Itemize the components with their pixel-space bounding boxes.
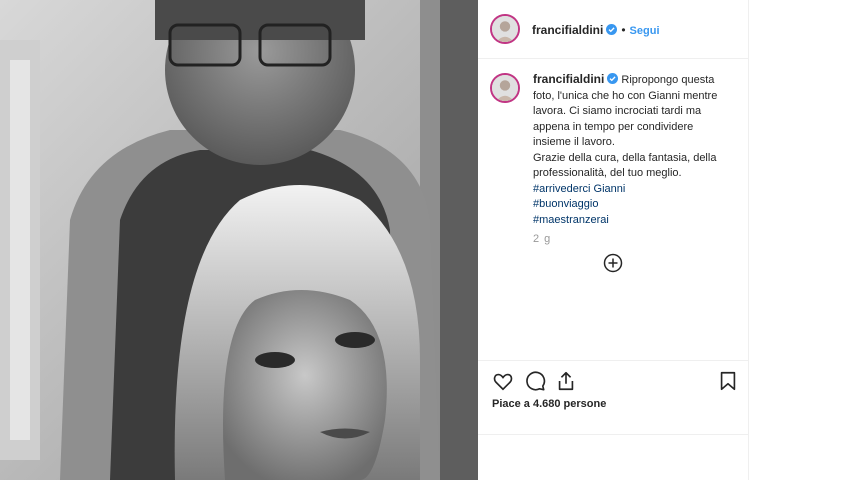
hashtag-link[interactable]: #arrivederci Gianni xyxy=(533,182,738,198)
comment-icon[interactable] xyxy=(524,370,546,392)
caption-line: Ripropongo questa xyxy=(621,74,715,86)
username[interactable]: francifialdini xyxy=(532,23,603,37)
hashtag-link[interactable]: #buonviaggio xyxy=(533,197,738,213)
post-image xyxy=(0,0,478,480)
separator-dot: • xyxy=(621,23,626,37)
caption-line: insieme il lavoro. xyxy=(533,136,615,148)
heart-icon[interactable] xyxy=(492,370,514,392)
caption-line: appena in tempo per condividere xyxy=(533,120,694,133)
action-bar: Piace a 4.680 persone xyxy=(478,360,748,441)
caption-avatar[interactable] xyxy=(490,73,520,103)
caption-username[interactable]: francifialdini xyxy=(533,72,604,86)
divider xyxy=(478,434,748,435)
bookmark-icon[interactable] xyxy=(717,370,739,392)
caption-line: foto, l'unica che ho con Gianni mentre xyxy=(533,89,718,102)
post-header: francifialdini • Segui xyxy=(478,0,748,59)
likes-count[interactable]: Piace a 4.680 persone xyxy=(492,398,606,410)
post-photo[interactable] xyxy=(0,0,478,480)
share-icon[interactable] xyxy=(555,370,577,392)
hashtag-link[interactable]: #maestranzerai xyxy=(533,213,738,229)
caption-line: Grazie della cura, della fantasia, della xyxy=(533,151,717,164)
plus-circle-icon[interactable] xyxy=(603,253,623,273)
caption: francifialdini Ripropongo questa foto, l… xyxy=(533,72,738,228)
verified-badge-icon xyxy=(607,73,619,84)
post-time: 2 g xyxy=(533,233,552,245)
verified-badge-icon xyxy=(606,24,618,35)
caption-line: professionalità, del tuo meglio. xyxy=(533,167,682,179)
page-background xyxy=(749,0,854,480)
follow-button[interactable]: Segui xyxy=(630,25,660,37)
post-sidebar: francifialdini • Segui francifialdini Ripr… xyxy=(478,0,749,480)
avatar[interactable] xyxy=(490,14,520,44)
caption-line: lavora. Ci siamo incrociati tardi ma xyxy=(533,105,702,117)
